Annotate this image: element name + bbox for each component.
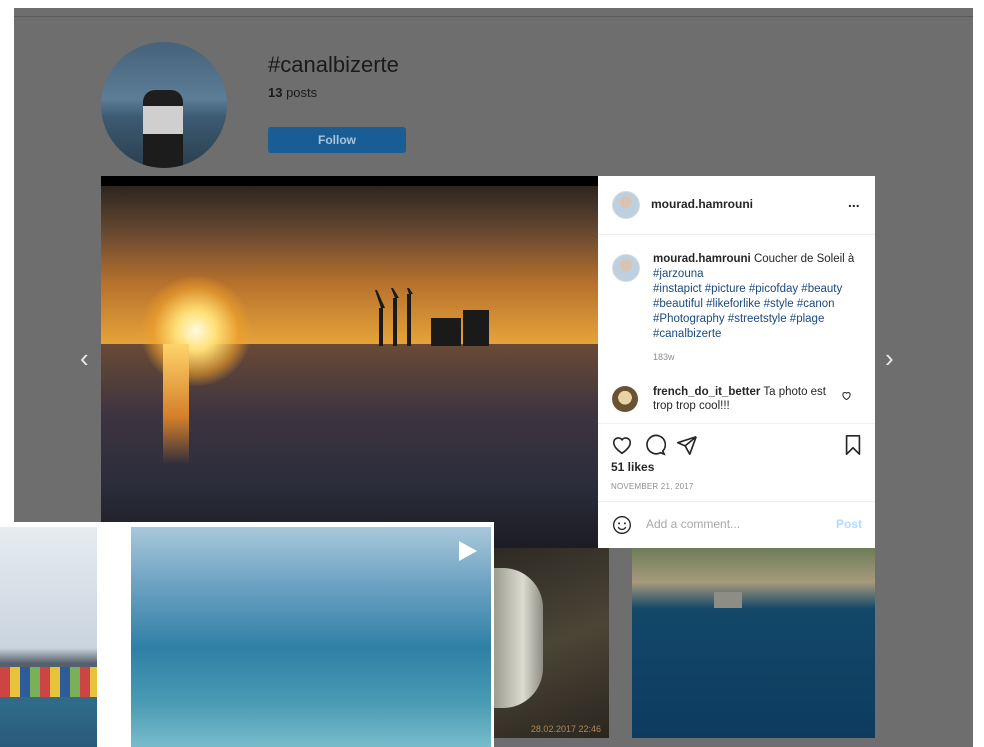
- play-icon[interactable]: [459, 541, 477, 561]
- chevron-right-icon[interactable]: ›: [885, 343, 894, 374]
- hashtag-avatar: [101, 42, 227, 168]
- more-options-icon[interactable]: ...: [848, 194, 860, 210]
- cranes-silhouette: [375, 288, 489, 346]
- comment-icon[interactable]: [644, 434, 666, 456]
- bookmark-icon[interactable]: [842, 434, 864, 456]
- grid-tile-port[interactable]: [0, 527, 97, 747]
- post-count-number: 13: [268, 85, 283, 100]
- comment-item: french_do_it_better Ta photo est trop tr…: [653, 385, 833, 413]
- comment-like-heart-icon[interactable]: [841, 390, 852, 401]
- post-count-label: posts: [282, 85, 318, 100]
- chevron-left-icon[interactable]: ‹: [80, 343, 89, 374]
- post-actions: 51 likes NOVEMBER 21, 2017: [598, 423, 875, 502]
- comment-username[interactable]: french_do_it_better: [653, 386, 760, 398]
- post-date: NOVEMBER 21, 2017: [611, 482, 694, 491]
- photo-timestamp: 28.02.2017 22:46: [530, 724, 601, 734]
- emoji-icon[interactable]: [612, 515, 632, 535]
- caption-location-tag[interactable]: #jarzouna: [653, 268, 704, 280]
- caption-avatar[interactable]: [612, 254, 640, 282]
- grid-tile-sea-video[interactable]: [131, 527, 491, 747]
- commenter-avatar[interactable]: [612, 386, 638, 412]
- post-header: mourad.hamrouni ...: [598, 176, 875, 235]
- author-username[interactable]: mourad.hamrouni: [651, 197, 753, 211]
- post-count: 13 posts: [268, 85, 317, 100]
- follow-button[interactable]: Follow: [268, 127, 406, 153]
- post-comment-button[interactable]: Post: [836, 517, 862, 531]
- grid-tile-car[interactable]: 28.02.2017 22:46: [493, 548, 609, 738]
- comment-input[interactable]: [644, 516, 818, 532]
- caption-time: 183w: [653, 352, 675, 362]
- caption-username[interactable]: mourad.hamrouni: [653, 253, 751, 265]
- caption-hashtags[interactable]: #instapict #picture #picofday #beauty #b…: [653, 283, 842, 340]
- author-avatar[interactable]: [612, 191, 640, 219]
- grid-tile-harbor[interactable]: [632, 548, 875, 738]
- likes-count[interactable]: 51 likes: [611, 460, 654, 474]
- hashtag-title: #canalbizerte: [268, 52, 399, 77]
- post-image[interactable]: [101, 176, 598, 548]
- share-icon[interactable]: [676, 434, 698, 456]
- post-details-panel: mourad.hamrouni ... mourad.hamrouni Couc…: [598, 176, 875, 548]
- add-comment-bar: Post: [598, 501, 875, 549]
- heart-icon[interactable]: [611, 434, 633, 456]
- overlay-grid-fragment: [0, 522, 494, 747]
- header-divider: [14, 16, 973, 17]
- post-caption: mourad.hamrouni Coucher de Soleil à #jar…: [653, 252, 858, 342]
- caption-text: Coucher de Soleil à: [750, 253, 855, 265]
